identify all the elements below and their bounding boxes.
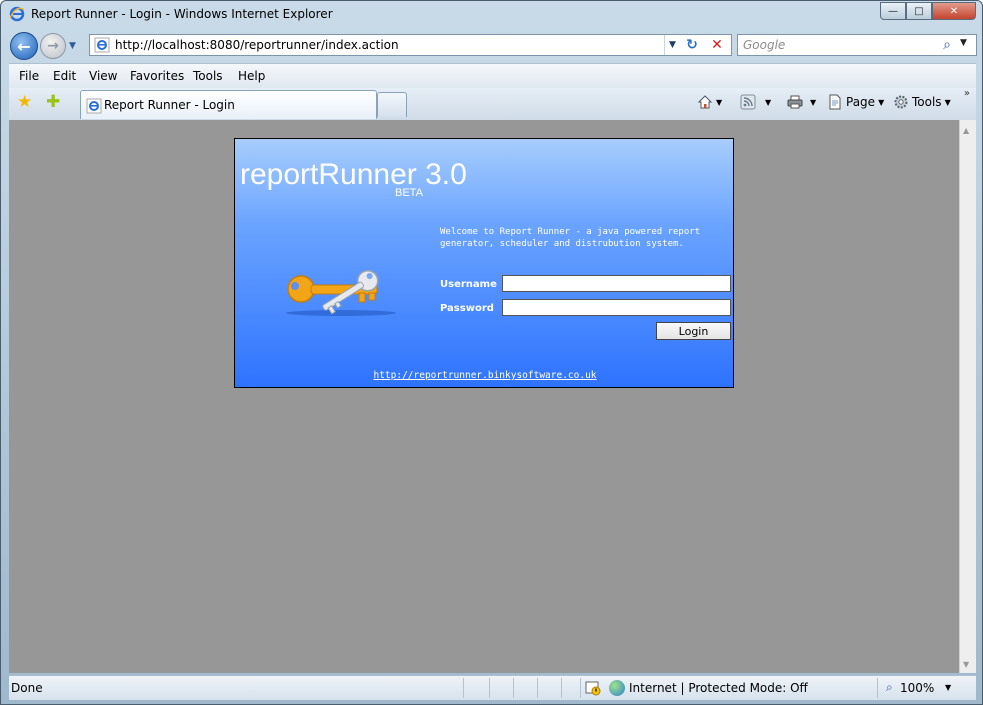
chevron-more-icon[interactable]: » [964, 88, 970, 99]
stop-button[interactable]: ✕ [705, 35, 729, 55]
print-dropdown-icon[interactable]: ▼ [810, 98, 816, 107]
status-divider [877, 678, 878, 698]
rss-feed-icon [740, 94, 756, 110]
login-panel: reportRunner 3.0 BETA Welcome to Report … [234, 138, 734, 388]
menu-bar: File Edit View Favorites Tools Help [9, 63, 976, 88]
address-dropdown-icon[interactable]: ▼ [664, 35, 680, 55]
footer-link[interactable]: http://reportrunner.binkysoftware.co.uk [235, 370, 735, 381]
status-divider [561, 678, 562, 698]
gear-icon [893, 94, 909, 110]
menu-help[interactable]: Help [238, 69, 265, 83]
tab-favicon-icon [86, 98, 102, 114]
keys-icon [286, 270, 396, 316]
window-title: Report Runner - Login - Windows Internet… [31, 7, 333, 21]
status-divider [513, 678, 514, 698]
password-field[interactable] [502, 299, 731, 316]
home-dropdown-icon[interactable]: ▼ [716, 98, 722, 107]
search-options-dropdown-icon[interactable]: ▼ [960, 38, 967, 48]
page-menu-label[interactable]: Page [846, 95, 875, 109]
status-divider [537, 678, 538, 698]
address-url[interactable]: http://localhost:8080/reportrunner/index… [115, 38, 399, 52]
title-bar: Report Runner - Login - Windows Internet… [1, 1, 982, 29]
page-dropdown-icon[interactable]: ▼ [878, 98, 884, 107]
status-divider [580, 678, 581, 698]
menu-file[interactable]: File [19, 69, 39, 83]
scroll-up-icon[interactable]: ▲ [963, 126, 969, 135]
menu-favorites[interactable]: Favorites [130, 69, 184, 83]
security-zone-text[interactable]: Internet | Protected Mode: Off [629, 681, 808, 695]
username-field[interactable] [502, 275, 731, 292]
refresh-button[interactable]: ↻ [680, 35, 704, 55]
search-icon[interactable]: ⌕ [938, 36, 956, 54]
address-row: ← → ▼ http://localhost:8080/reportrunner… [1, 29, 982, 63]
add-favorite-icon: ✚ [46, 92, 61, 112]
caption-buttons: — □ ✕ [880, 2, 976, 20]
menu-tools[interactable]: Tools [193, 69, 223, 83]
vertical-scrollbar[interactable]: ▲ ▼ [959, 120, 976, 673]
back-button[interactable]: ← [10, 32, 38, 60]
scroll-down-icon[interactable]: ▼ [963, 660, 969, 669]
menu-edit[interactable]: Edit [53, 69, 76, 83]
tools-menu-button[interactable]: Tools ▼ [893, 94, 951, 110]
add-to-favorites-button[interactable]: ✚ [46, 93, 64, 111]
feeds-button[interactable]: ▼ [740, 94, 771, 110]
minimize-button[interactable]: — [880, 2, 906, 20]
address-bar[interactable]: http://localhost:8080/reportrunner/index… [89, 34, 732, 56]
forward-arrow-icon: → [47, 38, 59, 54]
print-button[interactable]: ▼ [787, 94, 816, 110]
tab-row: ★ ✚ Report Runner - Login ▼ ▼ ▼ Page ▼ T… [9, 88, 976, 120]
new-tab-button[interactable] [377, 92, 407, 117]
browser-window: Report Runner - Login - Windows Internet… [0, 0, 983, 705]
back-arrow-icon: ← [17, 36, 31, 56]
username-label: Username [440, 279, 497, 290]
tab-label[interactable]: Report Runner - Login [104, 98, 235, 112]
zoom-level[interactable]: 100% [900, 681, 934, 695]
close-button[interactable]: ✕ [932, 2, 976, 20]
search-placeholder[interactable]: Google [743, 38, 785, 52]
tools-menu-label[interactable]: Tools [912, 95, 942, 109]
home-button[interactable]: ▼ [697, 94, 722, 110]
tools-dropdown-icon[interactable]: ▼ [945, 98, 951, 107]
maximize-button[interactable]: □ [906, 2, 932, 20]
status-text: Done [11, 681, 43, 695]
tab-report-runner-login[interactable]: Report Runner - Login [80, 90, 377, 119]
app-brand-title: reportRunner 3.0 [240, 158, 467, 191]
feeds-dropdown-icon[interactable]: ▼ [765, 98, 771, 107]
page-favicon-icon [94, 37, 110, 53]
zoom-icon[interactable]: ⌕ [886, 680, 893, 695]
internet-zone-icon[interactable] [609, 680, 625, 696]
printer-icon [787, 94, 803, 110]
status-divider [463, 678, 464, 698]
forward-button[interactable]: → [40, 33, 66, 59]
login-button[interactable]: Login [656, 322, 731, 340]
search-box[interactable]: Google ⌕ ▼ [737, 34, 977, 56]
menu-view[interactable]: View [89, 69, 117, 83]
star-icon: ★ [17, 92, 33, 112]
home-icon [697, 94, 713, 110]
favorites-center-button[interactable]: ★ [17, 93, 35, 111]
zoom-dropdown-icon[interactable]: ▼ [945, 683, 951, 692]
welcome-text: Welcome to Report Runner - a java powere… [440, 227, 701, 249]
status-bar: Done Internet | Protected Mode: Off ⌕ 10… [9, 675, 976, 700]
protected-mode-icon[interactable] [585, 680, 601, 696]
ie-logo-icon [9, 6, 25, 22]
page-content: reportRunner 3.0 BETA Welcome to Report … [9, 120, 959, 673]
page-menu-button[interactable]: Page ▼ [827, 94, 884, 110]
status-divider [489, 678, 490, 698]
beta-label: BETA [395, 187, 423, 199]
recent-pages-dropdown-icon[interactable]: ▼ [69, 41, 76, 51]
page-icon [827, 94, 843, 110]
password-label: Password [440, 303, 494, 314]
